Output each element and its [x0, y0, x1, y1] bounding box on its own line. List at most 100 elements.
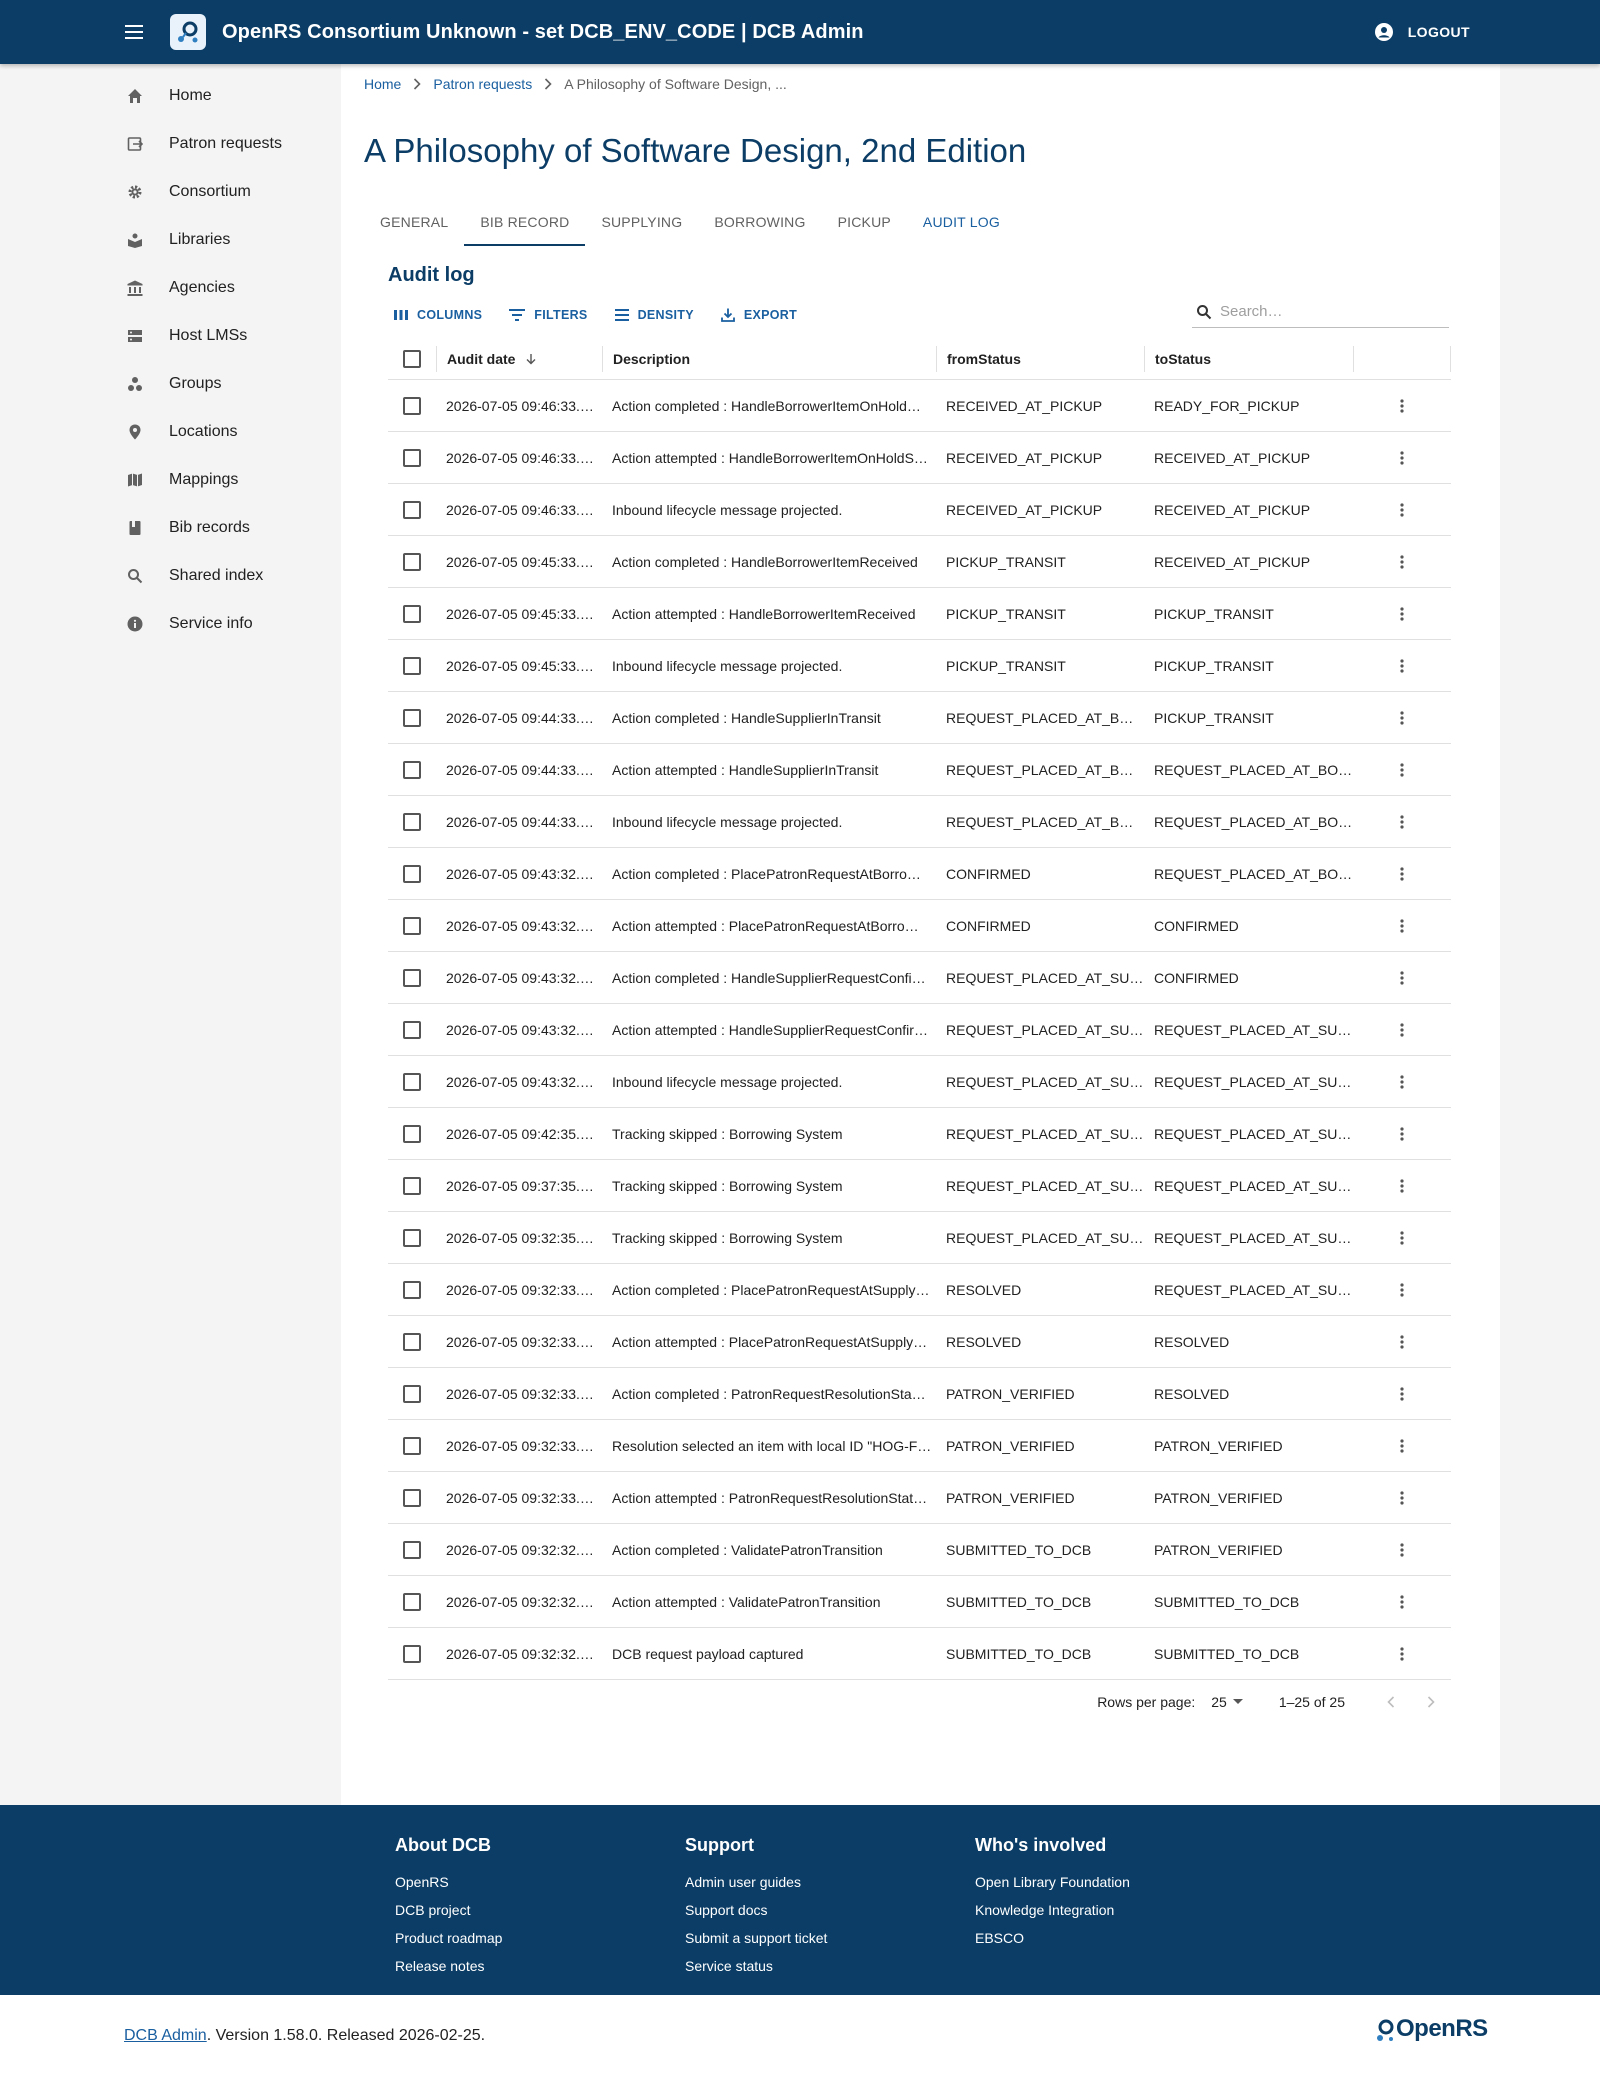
more-vert-icon[interactable]: [1390, 706, 1414, 730]
sidebar-item-mappings[interactable]: Mappings: [101, 456, 341, 504]
filters-button[interactable]: FILTERS: [503, 308, 592, 322]
row-checkbox[interactable]: [403, 1124, 421, 1143]
menu-button[interactable]: [102, 0, 166, 64]
footer-link-admin-user-guides[interactable]: Admin user guides: [685, 1868, 827, 1896]
sidebar-item-service-info[interactable]: Service info: [101, 600, 341, 648]
density-button[interactable]: DENSITY: [609, 308, 699, 322]
footer-link-service-status[interactable]: Service status: [685, 1952, 827, 1980]
table-row[interactable]: 2026-07-05 09:32:32.… Action completed : …: [388, 1524, 1451, 1576]
row-checkbox[interactable]: [403, 1644, 421, 1663]
row-checkbox[interactable]: [403, 396, 421, 415]
row-checkbox[interactable]: [403, 1540, 421, 1559]
search-input[interactable]: [1220, 303, 1430, 320]
more-vert-icon[interactable]: [1390, 862, 1414, 886]
more-vert-icon[interactable]: [1390, 654, 1414, 678]
row-checkbox[interactable]: [403, 1332, 421, 1351]
table-row[interactable]: 2026-07-05 09:32:33.… Action attempted : …: [388, 1316, 1451, 1368]
sidebar-item-home[interactable]: Home: [101, 72, 341, 120]
sidebar-item-consortium[interactable]: Consortium: [101, 168, 341, 216]
row-checkbox[interactable]: [403, 760, 421, 779]
more-vert-icon[interactable]: [1390, 1018, 1414, 1042]
row-checkbox[interactable]: [403, 656, 421, 675]
sidebar-item-bib-records[interactable]: Bib records: [101, 504, 341, 552]
column-header-to-status[interactable]: toStatus: [1144, 345, 1353, 372]
table-row[interactable]: 2026-07-05 09:46:33.… Action attempted : …: [388, 432, 1451, 484]
sidebar-item-shared-index[interactable]: Shared index: [101, 552, 341, 600]
tab-audit-log[interactable]: AUDIT LOG: [907, 198, 1016, 246]
column-header-from-status[interactable]: fromStatus: [936, 345, 1144, 372]
previous-page-button[interactable]: [1371, 1682, 1411, 1722]
more-vert-icon[interactable]: [1390, 1538, 1414, 1562]
more-vert-icon[interactable]: [1390, 550, 1414, 574]
table-row[interactable]: 2026-07-05 09:32:35.… Tracking skipped : …: [388, 1212, 1451, 1264]
footer-link-submit-ticket[interactable]: Submit a support ticket: [685, 1924, 827, 1952]
more-vert-icon[interactable]: [1390, 1642, 1414, 1666]
row-checkbox[interactable]: [403, 864, 421, 883]
row-checkbox[interactable]: [403, 708, 421, 727]
more-vert-icon[interactable]: [1390, 1486, 1414, 1510]
row-checkbox[interactable]: [403, 448, 421, 467]
row-checkbox[interactable]: [403, 1020, 421, 1039]
more-vert-icon[interactable]: [1390, 966, 1414, 990]
more-vert-icon[interactable]: [1390, 1278, 1414, 1302]
footer-link-openrs[interactable]: OpenRS: [395, 1868, 502, 1896]
tab-pickup[interactable]: PICKUP: [822, 198, 907, 246]
rows-per-page-select[interactable]: 25: [1211, 1694, 1243, 1710]
app-logo[interactable]: [170, 14, 206, 50]
sidebar-item-patron-requests[interactable]: Patron requests: [101, 120, 341, 168]
row-checkbox[interactable]: [403, 1176, 421, 1195]
column-header-description[interactable]: Description: [602, 345, 936, 372]
select-all-checkbox[interactable]: [403, 349, 421, 368]
table-row[interactable]: 2026-07-05 09:32:33.… Action attempted : …: [388, 1472, 1451, 1524]
footer-link-release-notes[interactable]: Release notes: [395, 1952, 502, 1980]
sort-descending-icon[interactable]: [525, 353, 537, 365]
more-vert-icon[interactable]: [1390, 446, 1414, 470]
more-vert-icon[interactable]: [1390, 1174, 1414, 1198]
table-row[interactable]: 2026-07-05 09:45:33.… Inbound lifecycle m…: [388, 640, 1451, 692]
table-row[interactable]: 2026-07-05 09:42:35.… Tracking skipped : …: [388, 1108, 1451, 1160]
footer-link-product-roadmap[interactable]: Product roadmap: [395, 1924, 502, 1952]
row-checkbox[interactable]: [403, 1228, 421, 1247]
tab-supplying[interactable]: SUPPLYING: [585, 198, 698, 246]
sidebar-item-libraries[interactable]: Libraries: [101, 216, 341, 264]
table-row[interactable]: 2026-07-05 09:32:32.… Action attempted : …: [388, 1576, 1451, 1628]
table-row[interactable]: 2026-07-05 09:32:33.… Action completed : …: [388, 1368, 1451, 1420]
row-checkbox[interactable]: [403, 812, 421, 831]
more-vert-icon[interactable]: [1390, 914, 1414, 938]
more-vert-icon[interactable]: [1390, 394, 1414, 418]
columns-button[interactable]: COLUMNS: [388, 308, 487, 322]
table-row[interactable]: 2026-07-05 09:45:33.… Action completed : …: [388, 536, 1451, 588]
row-checkbox[interactable]: [403, 1384, 421, 1403]
more-vert-icon[interactable]: [1390, 1590, 1414, 1614]
table-row[interactable]: 2026-07-05 09:43:32.… Action attempted : …: [388, 900, 1451, 952]
footer-link-knowledge-integration[interactable]: Knowledge Integration: [975, 1896, 1130, 1924]
footer-link-ebsco[interactable]: EBSCO: [975, 1924, 1130, 1952]
footer-link-dcb-project[interactable]: DCB project: [395, 1896, 502, 1924]
breadcrumb-patron-requests-link[interactable]: Patron requests: [433, 76, 532, 92]
table-row[interactable]: 2026-07-05 09:32:33.… Action completed : …: [388, 1264, 1451, 1316]
row-checkbox[interactable]: [403, 1280, 421, 1299]
sidebar-item-locations[interactable]: Locations: [101, 408, 341, 456]
table-row[interactable]: 2026-07-05 09:46:33.… Action completed : …: [388, 380, 1451, 432]
table-row[interactable]: 2026-07-05 09:37:35.… Tracking skipped : …: [388, 1160, 1451, 1212]
more-vert-icon[interactable]: [1390, 1382, 1414, 1406]
tab-borrowing[interactable]: BORROWING: [698, 198, 821, 246]
row-checkbox[interactable]: [403, 1592, 421, 1611]
more-vert-icon[interactable]: [1390, 1226, 1414, 1250]
sidebar-item-host-lmss[interactable]: Host LMSs: [101, 312, 341, 360]
more-vert-icon[interactable]: [1390, 1434, 1414, 1458]
sidebar-item-agencies[interactable]: Agencies: [101, 264, 341, 312]
export-button[interactable]: EXPORT: [715, 307, 802, 323]
table-row[interactable]: 2026-07-05 09:43:32.… Action completed : …: [388, 952, 1451, 1004]
more-vert-icon[interactable]: [1390, 498, 1414, 522]
tab-bib-record[interactable]: BIB RECORD: [464, 198, 586, 246]
row-checkbox[interactable]: [403, 1072, 421, 1091]
table-row[interactable]: 2026-07-05 09:44:33.… Action completed : …: [388, 692, 1451, 744]
row-checkbox[interactable]: [403, 1436, 421, 1455]
sidebar-item-groups[interactable]: Groups: [101, 360, 341, 408]
more-vert-icon[interactable]: [1390, 758, 1414, 782]
table-row[interactable]: 2026-07-05 09:43:32.… Action attempted : …: [388, 1004, 1451, 1056]
footer-link-support-docs[interactable]: Support docs: [685, 1896, 827, 1924]
breadcrumb-home-link[interactable]: Home: [364, 76, 401, 92]
table-row[interactable]: 2026-07-05 09:32:32.… DCB request payload…: [388, 1628, 1451, 1680]
